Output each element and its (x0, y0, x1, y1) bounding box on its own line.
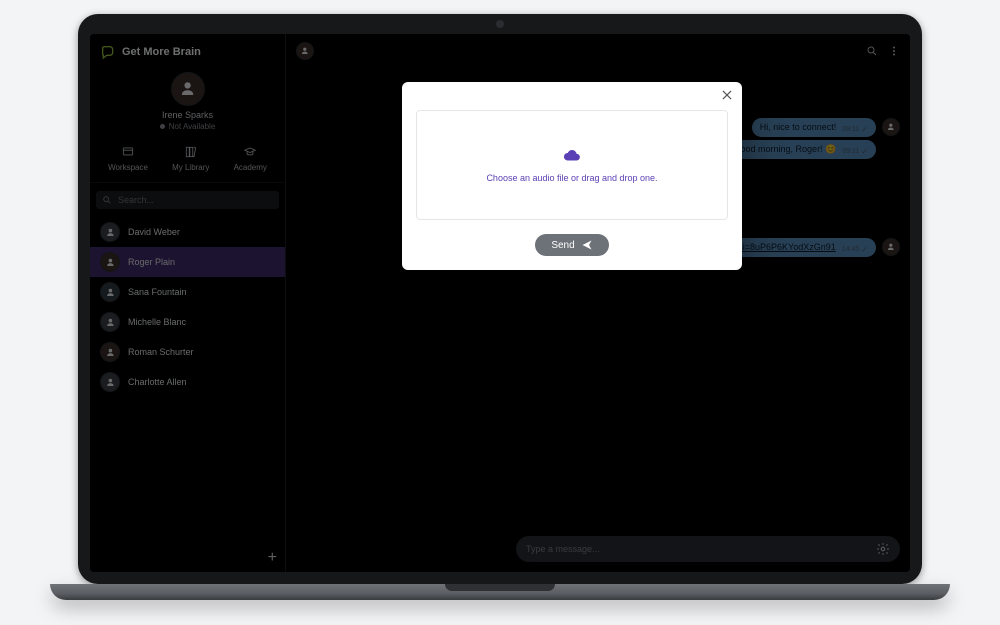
message-time: 09:11 (842, 126, 859, 133)
person-icon (300, 46, 310, 56)
dropzone-text: Choose an audio file or drag and drop on… (486, 173, 657, 183)
contact-avatar (100, 222, 120, 242)
person-icon (105, 287, 116, 298)
add-button[interactable]: + (268, 550, 277, 566)
upload-audio-modal: Choose an audio file or drag and drop on… (402, 82, 742, 270)
search-icon (102, 195, 112, 205)
laptop-lid: Get More Brain Irene Sparks Not Availabl… (78, 14, 922, 584)
current-user-avatar[interactable] (171, 72, 205, 106)
message-meta: 09:11 (842, 125, 868, 134)
contact-item[interactable]: David Weber (90, 217, 285, 247)
contact-list: David Weber Roger Plain Sana Fountain Miche… (90, 217, 285, 572)
app-screen: Get More Brain Irene Sparks Not Availabl… (90, 34, 910, 572)
message-composer[interactable] (516, 536, 900, 562)
contact-avatar (100, 312, 120, 332)
search-bar[interactable] (96, 191, 279, 209)
kebab-menu-icon[interactable] (888, 45, 900, 57)
contact-avatar (100, 342, 120, 362)
cloud-upload-icon (563, 147, 581, 165)
sidebar-tabs: Workspace My Library Academy (90, 141, 285, 183)
tab-label: My Library (172, 163, 209, 172)
send-icon (581, 239, 593, 251)
my-library-icon (184, 145, 198, 159)
contact-name: Roman Schurter (128, 347, 194, 357)
chat-header-actions (866, 45, 900, 57)
chat-header (286, 34, 910, 68)
tab-my-library[interactable]: My Library (172, 145, 209, 172)
message-meta: 14:45 (842, 245, 868, 254)
message-time: 14:45 (842, 246, 860, 253)
message-avatar (882, 118, 900, 136)
send-button-label: Send (551, 240, 574, 251)
contact-name: David Weber (128, 227, 180, 237)
search-icon[interactable] (866, 45, 878, 57)
contact-name: Michelle Blanc (128, 317, 186, 327)
person-icon (886, 242, 896, 252)
contact-avatar (100, 282, 120, 302)
emoji: 😊 (825, 144, 836, 154)
brand-logo-icon (100, 44, 116, 60)
message-stack: Hi, nice to connect!09:11Good morning, R… (726, 118, 876, 159)
brand-title: Get More Brain (122, 46, 201, 58)
person-icon (105, 347, 116, 358)
contact-item[interactable]: Sana Fountain (90, 277, 285, 307)
search-input[interactable] (118, 195, 273, 205)
message-meta: 09:11 (842, 147, 868, 156)
close-icon[interactable] (720, 88, 734, 102)
contact-item[interactable]: Michelle Blanc (90, 307, 285, 337)
message-text: Hi, nice to connect! (760, 122, 837, 132)
person-icon (105, 257, 116, 268)
contact-avatar (100, 252, 120, 272)
chat-header-avatar[interactable] (296, 42, 314, 60)
message-row: Hi, nice to connect!09:11Good morning, R… (726, 118, 900, 159)
tab-workspace[interactable]: Workspace (108, 145, 148, 172)
read-tick-icon (861, 147, 868, 156)
person-icon (886, 122, 896, 132)
contact-name: Sana Fountain (128, 287, 187, 297)
workspace-icon (121, 145, 135, 159)
current-user: Irene Sparks Not Available (90, 66, 285, 141)
tab-label: Workspace (108, 163, 148, 172)
message-text: Good morning, Roger! (734, 144, 823, 154)
contact-item[interactable]: Roman Schurter (90, 337, 285, 367)
laptop-base (50, 584, 950, 600)
person-icon (105, 317, 116, 328)
contact-avatar (100, 372, 120, 392)
audio-dropzone[interactable]: Choose an audio file or drag and drop on… (416, 110, 728, 220)
person-icon (105, 377, 116, 388)
read-tick-icon (861, 125, 868, 134)
composer-input[interactable] (526, 544, 868, 554)
tab-label: Academy (234, 163, 267, 172)
contact-item[interactable]: Roger Plain (90, 247, 285, 277)
message-bubble: Hi, nice to connect! 09:11 (752, 118, 876, 137)
message-avatar (882, 238, 900, 256)
person-icon (178, 79, 197, 98)
send-button[interactable]: Send (535, 234, 608, 256)
message-time: 09:11 (842, 148, 859, 155)
contact-name: Charlotte Allen (128, 377, 187, 387)
academy-icon (243, 145, 257, 159)
read-tick-icon (861, 245, 868, 254)
contact-item[interactable]: Charlotte Allen (90, 367, 285, 397)
contact-name: Roger Plain (128, 257, 175, 267)
current-user-status: Not Available (160, 122, 216, 131)
brand: Get More Brain (90, 34, 285, 66)
current-user-name: Irene Sparks (162, 110, 213, 120)
person-icon (105, 227, 116, 238)
tab-academy[interactable]: Academy (234, 145, 267, 172)
composer-options-icon[interactable] (876, 542, 890, 556)
sidebar: Get More Brain Irene Sparks Not Availabl… (90, 34, 286, 572)
message-bubble: Good morning, Roger! 😊 09:11 (726, 140, 876, 159)
